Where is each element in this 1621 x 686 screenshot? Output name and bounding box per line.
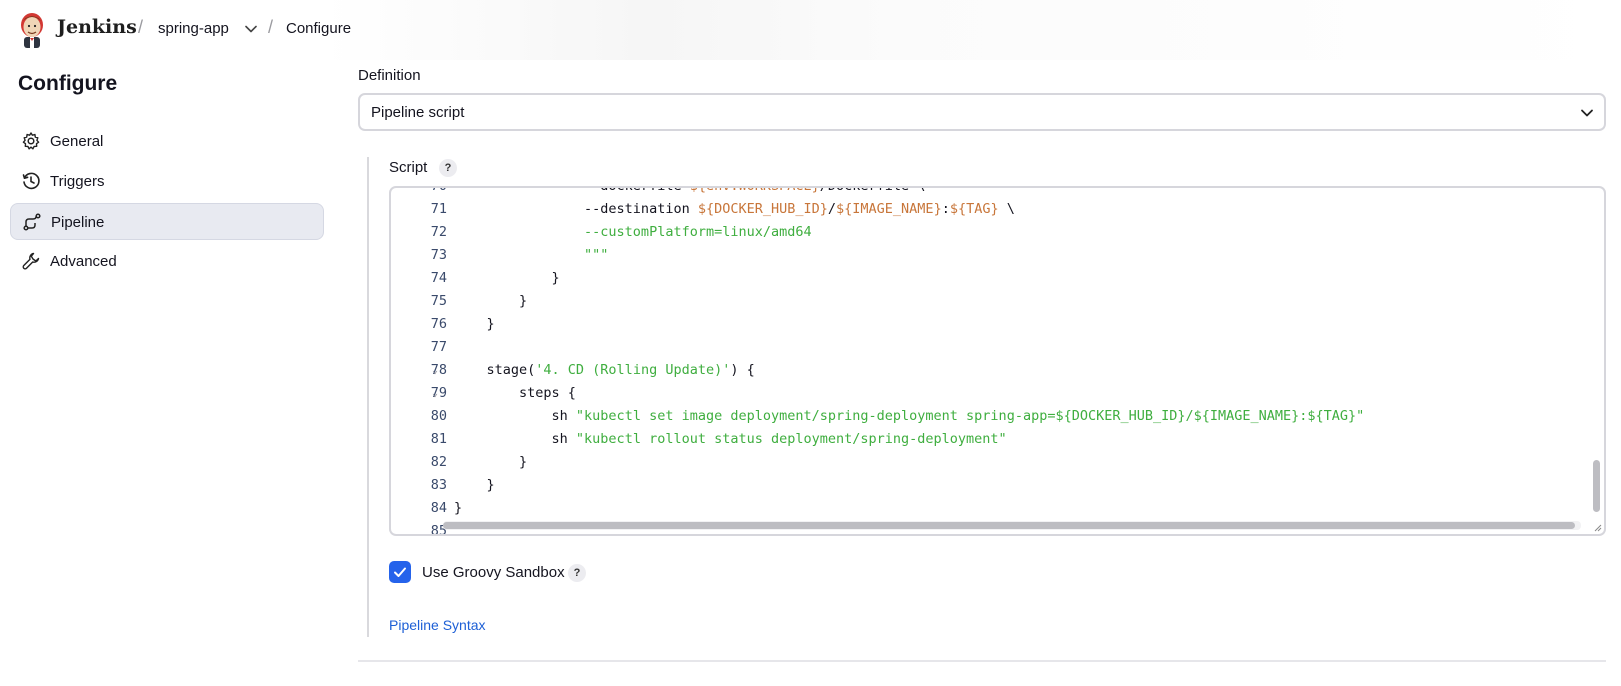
pipeline-icon [23,213,41,231]
code-line[interactable]: 76 } [391,313,1604,336]
line-code: } [454,316,495,332]
line-code: } [454,270,560,286]
top-header: Jenkins / spring-app / Configure [0,0,1621,60]
line-number: 80 [430,408,447,424]
code-line[interactable]: 74 } [391,267,1604,290]
breadcrumb-separator: / [268,17,274,37]
line-code: } [454,293,528,309]
line-code: } [454,477,495,493]
code-line[interactable]: 80 sh "kubectl set image deployment/spri… [391,405,1604,428]
clock-icon [22,172,40,190]
jenkins-logo-icon[interactable] [17,11,47,49]
brand-name[interactable]: Jenkins [57,16,137,38]
code-line[interactable]: 75 } [391,290,1604,313]
line-number: 77 [430,339,447,355]
line-number: 74 [430,270,447,286]
line-number: 71 [430,201,447,217]
definition-label: Definition [358,67,421,84]
code-line[interactable]: 79 ⌄ steps { [391,382,1604,405]
sidebar-item-label: Advanced [50,253,117,270]
line-code: --destination ${DOCKER_HUB_ID}/${IMAGE_N… [454,201,1015,217]
resize-handle-icon[interactable] [1593,523,1602,532]
section-divider [367,157,369,637]
script-editor[interactable]: 70 --dockerfile ${env.WORKSPACE}/Dockerf… [389,186,1606,536]
groovy-sandbox-checkbox[interactable] [389,561,411,583]
sidebar-item-label: General [50,133,104,150]
code-line[interactable]: 84} [391,497,1604,520]
code-line[interactable]: 83 } [391,474,1604,497]
section-bottom-divider [358,660,1606,662]
sidebar-item-triggers[interactable]: Triggers [10,163,324,200]
code-line[interactable]: 71 --destination ${DOCKER_HUB_ID}/${IMAG… [391,198,1604,221]
definition-select[interactable]: Pipeline script [358,93,1606,131]
breadcrumb-configure[interactable]: Configure [286,20,351,37]
groovy-sandbox-label[interactable]: Use Groovy Sandbox [422,564,565,581]
sidebar-item-general[interactable]: General [10,123,324,160]
horizontal-scrollbar-thumb[interactable] [443,522,1575,529]
breadcrumb-separator: / [138,17,144,37]
line-number: 73 [430,247,447,263]
sidebar-item-label: Pipeline [51,214,105,231]
code-line[interactable]: 73 """ [391,244,1604,267]
horizontal-scrollbar[interactable] [443,521,1581,530]
sidebar-title: Configure [18,72,118,95]
sandbox-help-button[interactable]: ? [568,564,586,582]
sidebar-item-label: Triggers [50,173,105,190]
line-number: 70 [430,186,447,194]
line-number: 81 [430,431,447,447]
pipeline-syntax-link[interactable]: Pipeline Syntax [389,617,486,633]
fold-chevron-icon[interactable]: ⌄ [432,382,438,405]
line-number: 82 [430,454,447,470]
line-number: 83 [430,477,447,493]
code-line[interactable]: 70 --dockerfile ${env.WORKSPACE}/Dockerf… [391,186,1604,198]
sidebar-item-pipeline[interactable]: Pipeline [10,203,324,240]
line-number: 75 [430,293,447,309]
checkmark-icon [394,567,406,577]
line-code: sh "kubectl rollout status deployment/sp… [454,431,1007,447]
sidebar-item-advanced[interactable]: Advanced [10,243,324,280]
breadcrumb-spring-app[interactable]: spring-app [158,20,229,37]
gear-icon [22,132,40,150]
wrench-icon [22,252,40,270]
code-lines: 70 --dockerfile ${env.WORKSPACE}/Dockerf… [391,186,1604,534]
line-code: } [454,454,528,470]
line-code: """ [454,247,609,263]
line-code: --dockerfile ${env.WORKSPACE}/Dockerfile… [454,186,926,194]
code-line[interactable]: 72 --customPlatform=linux/amd64 [391,221,1604,244]
line-number: 76 [430,316,447,332]
vertical-scrollbar-thumb[interactable] [1593,460,1600,512]
code-line[interactable]: 82 } [391,451,1604,474]
line-number: 78 [430,362,447,378]
script-label: Script [389,159,428,176]
line-number: 84 [430,500,447,516]
chevron-down-icon[interactable] [244,22,258,36]
line-code: stage('4. CD (Rolling Update)') { [454,362,755,378]
definition-select-value: Pipeline script [371,104,465,121]
fold-chevron-icon[interactable]: ⌄ [432,359,438,382]
line-code: sh "kubectl set image deployment/spring-… [454,408,1365,424]
line-number: 79 [430,385,447,401]
line-number: 72 [430,224,447,240]
line-code: } [454,500,463,516]
line-code: steps { [454,385,576,401]
code-line[interactable]: 77 [391,336,1604,359]
script-help-button[interactable]: ? [439,159,457,177]
code-line[interactable]: 78 ⌄ stage('4. CD (Rolling Update)') { [391,359,1604,382]
line-code: --customPlatform=linux/amd64 [454,224,812,240]
chevron-down-icon [1581,109,1593,117]
code-line[interactable]: 81 sh "kubectl rollout status deployment… [391,428,1604,451]
